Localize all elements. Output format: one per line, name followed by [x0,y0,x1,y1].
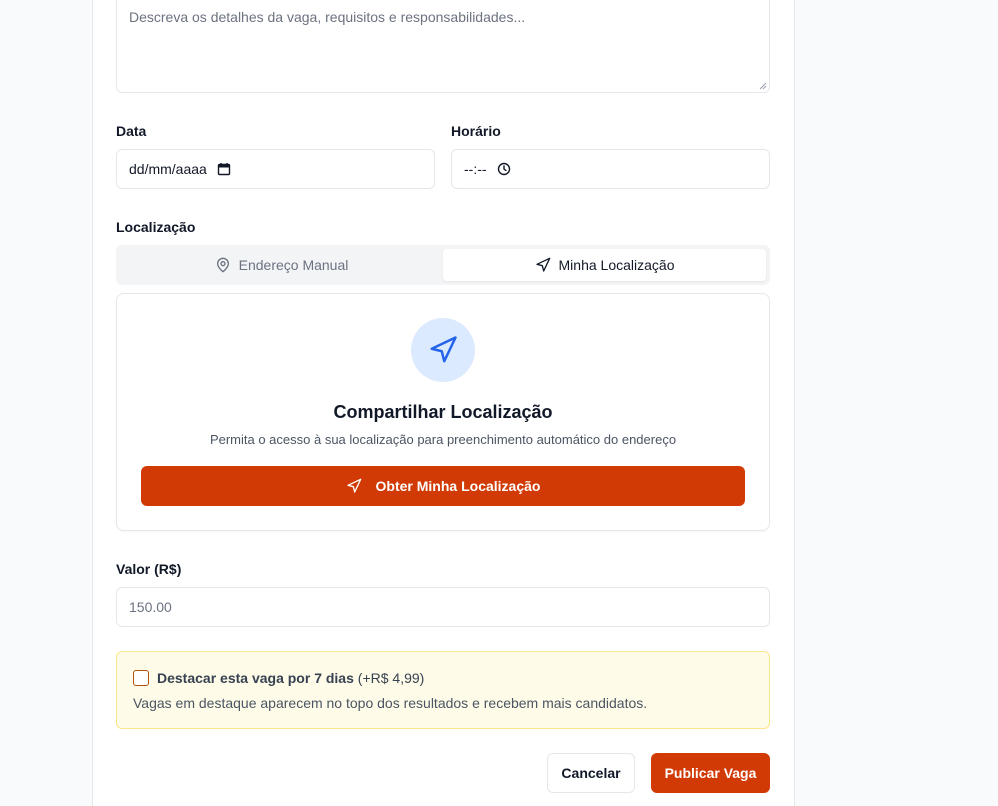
get-my-location-label: Obter Minha Localização [375,478,541,494]
cancel-button[interactable]: Cancelar [547,753,635,793]
navigation-icon [535,257,550,272]
time-input[interactable]: --:-- [451,149,770,189]
price-placeholder: 150.00 [129,599,172,615]
date-value: dd/mm/aaaa [129,161,207,177]
get-my-location-button[interactable]: Obter Minha Localização [141,466,745,506]
tab-manual-address[interactable]: Endereço Manual [120,249,443,281]
featured-listing-box: Destacar esta vaga por 7 dias (+R$ 4,99)… [116,651,770,729]
featured-description: Vagas em destaque aparecem no topo dos r… [133,695,648,711]
panel-title: Compartilhar Localização [333,402,553,422]
navigation-icon-circle [411,318,475,382]
price-input[interactable]: 150.00 [116,587,770,627]
featured-label[interactable]: Destacar esta vaga por 7 dias (+R$ 4,99) [157,670,424,686]
featured-label-text: Destacar esta vaga por 7 dias [157,670,354,686]
publish-button[interactable]: Publicar Vaga [651,753,770,793]
description-placeholder: Descreva os detalhes da vaga, requisitos… [129,9,526,25]
location-label: Localização [116,219,196,235]
featured-checkbox[interactable] [133,670,149,686]
time-value: --:-- [464,161,487,177]
date-label: Data [116,123,147,139]
clock-icon[interactable] [497,162,511,176]
description-textarea[interactable]: Descreva os detalhes da vaga, requisitos… [116,0,770,93]
panel-description: Permita o acesso à sua localização para … [209,432,677,447]
time-label: Horário [451,123,501,139]
navigation-icon [346,478,361,493]
tab-my-location-label: Minha Localização [558,257,675,273]
calendar-icon[interactable] [217,162,231,176]
navigation-icon [430,336,457,363]
location-tabs: Endereço Manual Minha Localização [116,245,770,285]
resize-handle-icon[interactable] [759,82,767,90]
featured-price: (+R$ 4,99) [357,670,425,686]
share-location-panel: Compartilhar Localização Permita o acess… [116,293,770,531]
tab-manual-address-label: Endereço Manual [238,257,349,273]
tab-my-location[interactable]: Minha Localização [443,249,766,281]
date-input[interactable]: dd/mm/aaaa [116,149,435,189]
price-label: Valor (R$) [116,561,182,577]
map-pin-icon [216,257,229,273]
